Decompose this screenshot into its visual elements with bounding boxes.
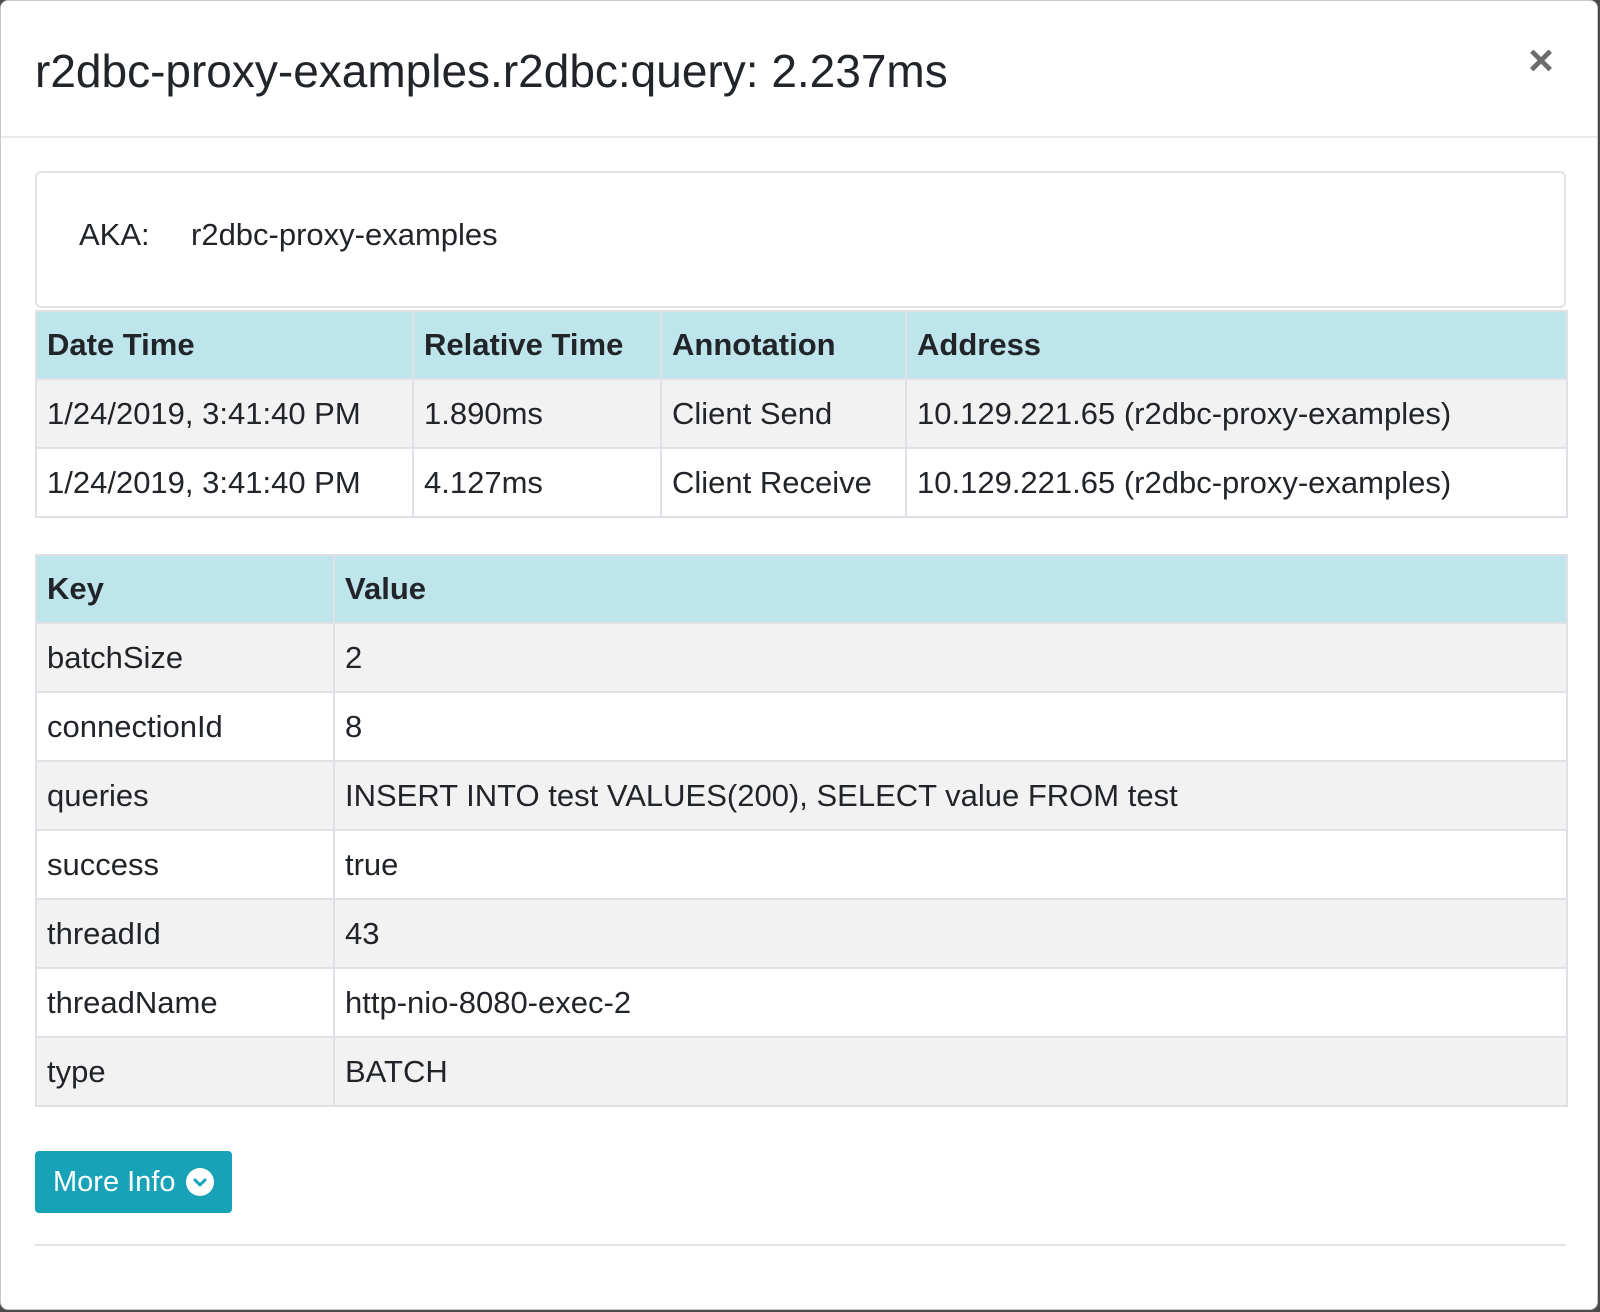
close-icon: × (1528, 36, 1554, 85)
tag-key: threadName (35, 967, 335, 1038)
span-detail-modal: r2dbc-proxy-examples.r2dbc:query: 2.237m… (0, 0, 1598, 1310)
tag-key: queries (35, 760, 335, 831)
tag-value: 2 (333, 622, 1568, 693)
tag-value: 8 (333, 691, 1568, 762)
table-header-row: Date Time Relative Time Annotation Addre… (35, 310, 1568, 380)
aka-value: r2dbc-proxy-examples (191, 217, 498, 252)
aka-panel: AKA: r2dbc-proxy-examples (35, 171, 1566, 308)
tag-key: success (35, 829, 335, 900)
close-button[interactable]: × (1519, 37, 1563, 85)
modal-header: r2dbc-proxy-examples.r2dbc:query: 2.237m… (1, 1, 1597, 138)
tag-value: http-nio-8080-exec-2 (333, 967, 1568, 1038)
column-header-value: Value (333, 554, 1568, 624)
cell-relative-time: 1.890ms (412, 378, 662, 449)
tag-key: type (35, 1036, 335, 1107)
table-row: threadName http-nio-8080-exec-2 (35, 967, 1568, 1038)
cell-annotation: Client Send (660, 378, 907, 449)
tag-key: batchSize (35, 622, 335, 693)
table-row: success true (35, 829, 1568, 900)
cell-date-time: 1/24/2019, 3:41:40 PM (35, 447, 414, 518)
cell-relative-time: 4.127ms (412, 447, 662, 518)
tag-key: connectionId (35, 691, 335, 762)
chevron-circle-down-icon (185, 1168, 214, 1196)
modal-title: r2dbc-proxy-examples.r2dbc:query: 2.237m… (35, 45, 948, 97)
cell-address: 10.129.221.65 (r2dbc-proxy-examples) (905, 447, 1568, 518)
table-row: batchSize 2 (35, 622, 1568, 693)
table-row: 1/24/2019, 3:41:40 PM 1.890ms Client Sen… (35, 378, 1568, 449)
tag-value: INSERT INTO test VALUES(200), SELECT val… (333, 760, 1568, 831)
cell-date-time: 1/24/2019, 3:41:40 PM (35, 378, 414, 449)
tags-table: Key Value batchSize 2 connectionId 8 que… (35, 554, 1568, 1107)
more-info-label: More Info (53, 1166, 176, 1198)
column-header-address: Address (905, 310, 1568, 380)
tag-key: threadId (35, 898, 335, 969)
tag-value: 43 (333, 898, 1568, 969)
tag-value: true (333, 829, 1568, 900)
more-info-button[interactable]: More Info (35, 1151, 232, 1213)
cell-address: 10.129.221.65 (r2dbc-proxy-examples) (905, 378, 1568, 449)
modal-footer-divider (35, 1244, 1566, 1246)
column-header-relative-time: Relative Time (412, 310, 662, 380)
table-row: connectionId 8 (35, 691, 1568, 762)
aka-label: AKA: (79, 217, 150, 252)
annotations-table: Date Time Relative Time Annotation Addre… (35, 310, 1568, 518)
tag-value: BATCH (333, 1036, 1568, 1107)
table-row: type BATCH (35, 1036, 1568, 1107)
table-row: queries INSERT INTO test VALUES(200), SE… (35, 760, 1568, 831)
cell-annotation: Client Receive (660, 447, 907, 518)
column-header-date-time: Date Time (35, 310, 414, 380)
table-row: 1/24/2019, 3:41:40 PM 4.127ms Client Rec… (35, 447, 1568, 518)
table-header-row: Key Value (35, 554, 1568, 624)
table-row: threadId 43 (35, 898, 1568, 969)
column-header-key: Key (35, 554, 335, 624)
column-header-annotation: Annotation (660, 310, 907, 380)
